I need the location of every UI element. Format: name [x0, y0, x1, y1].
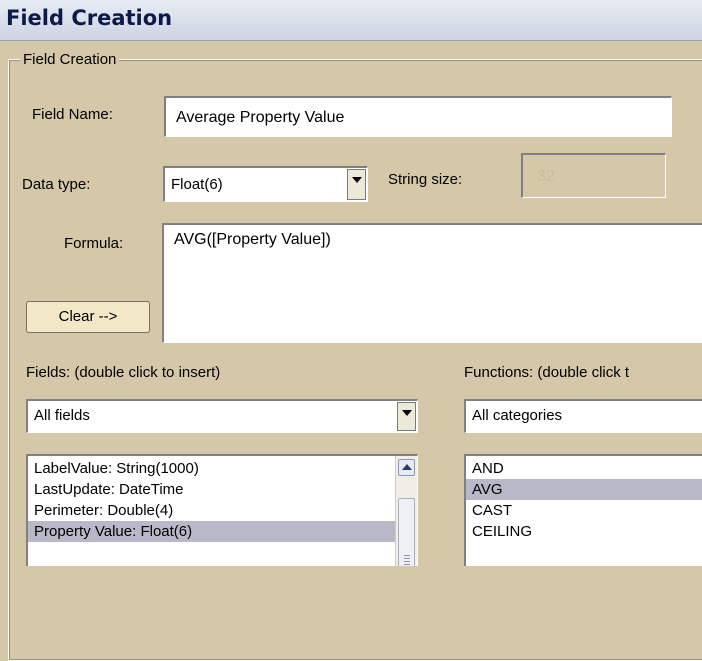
- scroll-up-arrow-icon: [402, 464, 412, 470]
- field-creation-group: [8, 59, 702, 661]
- window-title: Field Creation: [6, 6, 173, 30]
- data-type-label: Data type:: [22, 176, 91, 193]
- fields-filter-dropdown-button[interactable]: [397, 402, 416, 431]
- dialog-content: Field Creation Field Name: Average Prope…: [0, 41, 702, 661]
- scroll-grip-icon: [404, 561, 410, 562]
- fields-label: Fields: (double click to insert): [26, 364, 221, 381]
- string-size-label: String size:: [388, 171, 463, 188]
- functions-list-item-selected[interactable]: AVG: [466, 479, 702, 500]
- field-name-label: Field Name:: [32, 106, 113, 123]
- string-size-input[interactable]: 32: [521, 153, 666, 198]
- functions-list[interactable]: AND AVG CAST CEILING: [464, 454, 702, 566]
- fields-list-item[interactable]: LabelValue: String(1000): [28, 458, 417, 479]
- data-type-select[interactable]: Float(6): [163, 166, 368, 202]
- fields-filter-value: All fields: [34, 407, 90, 424]
- formula-label: Formula:: [64, 235, 124, 252]
- field-name-input[interactable]: Average Property Value: [164, 96, 672, 137]
- formula-input[interactable]: AVG([Property Value]): [162, 223, 702, 343]
- data-type-dropdown-button[interactable]: [347, 169, 366, 200]
- scroll-thumb[interactable]: [398, 498, 415, 566]
- chevron-down-icon: [352, 177, 362, 183]
- data-type-value: Float(6): [171, 176, 223, 193]
- fields-list-item[interactable]: LastUpdate: DateTime: [28, 479, 417, 500]
- fields-list-item-selected[interactable]: Property Value: Float(6): [28, 521, 417, 542]
- functions-label: Functions: (double click t: [464, 364, 630, 381]
- chevron-down-icon: [402, 410, 412, 416]
- functions-filter-select[interactable]: All categories: [464, 399, 702, 433]
- window-titlebar[interactable]: Field Creation: [0, 0, 702, 41]
- scroll-grip-icon: [404, 555, 410, 556]
- functions-list-item[interactable]: CEILING: [466, 521, 702, 542]
- scroll-grip-icon: [404, 564, 410, 565]
- scroll-grip-icon: [404, 558, 410, 559]
- fields-list-item[interactable]: Perimeter: Double(4): [28, 500, 417, 521]
- fields-scrollbar[interactable]: [395, 456, 417, 566]
- functions-filter-value: All categories: [472, 407, 563, 424]
- fields-filter-select[interactable]: All fields: [26, 399, 418, 433]
- scroll-up-button[interactable]: [398, 459, 415, 476]
- group-legend: Field Creation: [20, 51, 120, 68]
- functions-list-item[interactable]: AND: [466, 458, 702, 479]
- functions-list-item[interactable]: CAST: [466, 500, 702, 521]
- clear-formula-button[interactable]: Clear -->: [26, 301, 150, 333]
- fields-list[interactable]: LabelValue: String(1000) LastUpdate: Dat…: [26, 454, 418, 566]
